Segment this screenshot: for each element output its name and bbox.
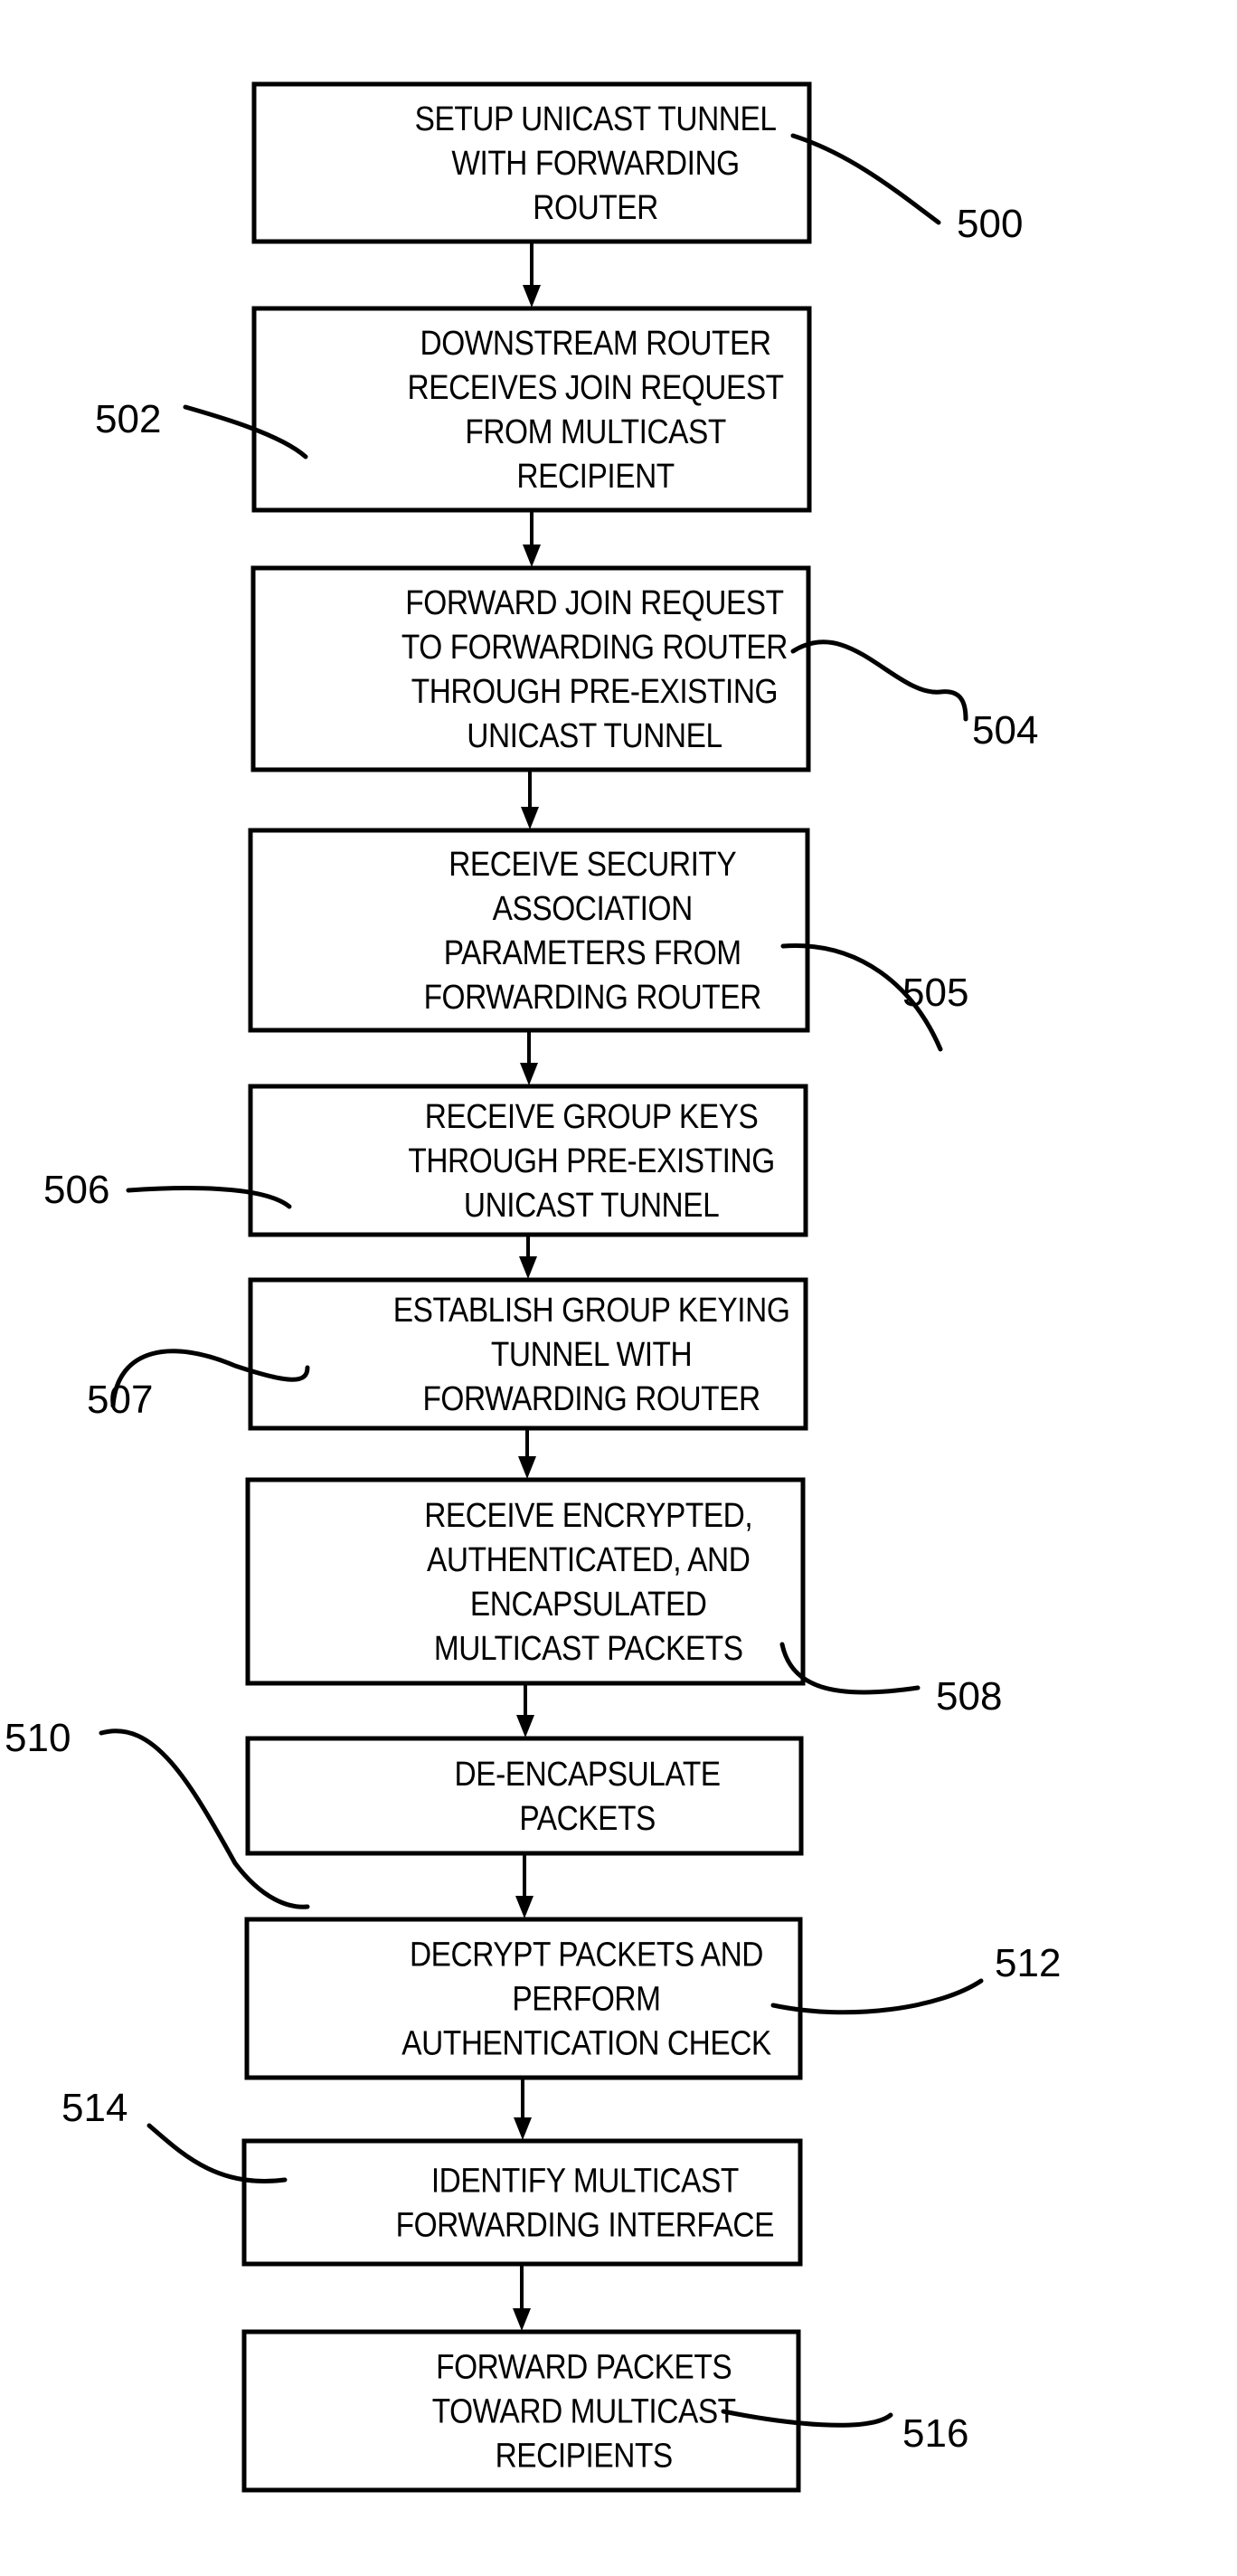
- flow-step-502: DOWNSTREAM ROUTER RECEIVES JOIN REQUEST FR…: [251, 306, 812, 513]
- step-text-line: RECIPIENTS: [496, 2437, 673, 2475]
- step-text-line: PERFORM: [512, 1980, 660, 2018]
- reference-label-508: 508: [779, 1642, 1002, 1719]
- flow-arrow: [516, 1683, 534, 1738]
- reference-numeral: 507: [87, 1378, 153, 1422]
- step-text-line: RECEIVES JOIN REQUEST: [408, 368, 785, 406]
- arrowhead-icon: [513, 2308, 531, 2331]
- reference-numeral: 504: [972, 708, 1038, 753]
- flow-arrow: [519, 1235, 537, 1279]
- step-text-line: FORWARD JOIN REQUEST: [405, 583, 784, 621]
- flow-arrow: [520, 1030, 538, 1085]
- step-box: [241, 2138, 803, 2267]
- arrowhead-icon: [516, 1715, 534, 1738]
- arrowhead-icon: [523, 545, 541, 567]
- arrowhead-icon: [523, 285, 541, 308]
- step-text-line: IDENTIFY MULTICAST: [431, 2162, 740, 2200]
- step-text-line: DE-ENCAPSULATE: [455, 1755, 721, 1793]
- step-text-line: THROUGH PRE-EXISTING: [411, 672, 778, 710]
- step-text-line: FORWARDING ROUTER: [422, 1379, 760, 1417]
- step-text-line: FORWARD PACKETS: [436, 2348, 732, 2386]
- flow-step-500: SETUP UNICAST TUNNEL WITH FORWARDING ROUTE…: [251, 81, 812, 244]
- step-text-line: RECEIVE SECURITY: [449, 845, 737, 883]
- reference-numeral: 506: [43, 1168, 109, 1212]
- step-text-line: ASSOCIATION: [493, 889, 693, 927]
- arrowhead-icon: [515, 1896, 534, 1918]
- flow-step-510: DE-ENCAPSULATE PACKETS: [245, 1736, 804, 1856]
- arrowhead-icon: [521, 807, 539, 829]
- arrowhead-icon: [520, 1063, 538, 1085]
- step-text-line: AUTHENTICATION CHECK: [401, 2024, 771, 2062]
- step-text-line: TOWARD MULTICAST: [432, 2392, 736, 2430]
- flow-step-505: RECEIVE SECURITY ASSOCIATION PARAMETERS FR…: [248, 828, 810, 1033]
- reference-numeral: 505: [902, 971, 968, 1015]
- step-text-line: UNICAST TUNNEL: [467, 716, 722, 754]
- step-text-line: FROM MULTICAST: [465, 412, 726, 450]
- step-text-line: RECIPIENT: [516, 457, 675, 495]
- arrowhead-icon: [518, 1456, 536, 1479]
- flow-arrow: [523, 242, 541, 308]
- step-text-line: ROUTER: [533, 188, 658, 226]
- flow-arrow: [515, 1853, 534, 1918]
- flow-step-504: FORWARD JOIN REQUEST TO FORWARDING ROUTER…: [250, 565, 811, 772]
- step-text-line: AUTHENTICATED, AND: [427, 1540, 750, 1578]
- flow-step-512: DECRYPT PACKETS AND PERFORM AUTHENTICATION…: [244, 1917, 803, 2080]
- reference-numeral: 516: [902, 2411, 968, 2456]
- step-text-line: MULTICAST PACKETS: [434, 1629, 743, 1667]
- flow-arrow: [518, 1428, 536, 1479]
- reference-label-512: 512: [770, 1941, 1061, 2015]
- flow-step-507: ESTABLISH GROUP KEYING TUNNEL WITH FORWARD…: [248, 1277, 808, 1431]
- step-text-line: DECRYPT PACKETS AND: [410, 1936, 763, 1974]
- step-text-line: PARAMETERS FROM: [444, 933, 741, 971]
- step-text-line: FORWARDING INTERFACE: [396, 2206, 774, 2244]
- reference-label-504: 504: [790, 639, 1038, 753]
- reference-numeral: 500: [957, 202, 1023, 246]
- step-text-line: ENCAPSULATED: [470, 1585, 707, 1623]
- flow-step-506: RECEIVE GROUP KEYS THROUGH PRE-EXISTING UN…: [248, 1084, 808, 1237]
- leader-line: [770, 1978, 984, 2015]
- arrowhead-icon: [514, 2117, 532, 2140]
- step-text-line: UNICAST TUNNEL: [464, 1186, 719, 1224]
- flow-arrow: [514, 2078, 532, 2140]
- step-text-line: FORWARDING ROUTER: [424, 978, 761, 1016]
- step-text-line: THROUGH PRE-EXISTING: [408, 1141, 774, 1179]
- flow-arrow: [523, 510, 541, 567]
- reference-numeral: 502: [95, 397, 161, 441]
- flow-step-516: FORWARD PACKETS TOWARD MULTICAST RECIPIENT…: [241, 2329, 801, 2493]
- flow-step-514: IDENTIFY MULTICAST FORWARDING INTERFACE: [241, 2138, 803, 2267]
- step-text-line: PACKETS: [519, 1799, 655, 1837]
- step-text-line: RECEIVE GROUP KEYS: [425, 1097, 759, 1135]
- step-text-line: DOWNSTREAM ROUTER: [420, 324, 771, 362]
- arrowhead-icon: [519, 1256, 537, 1279]
- reference-label-500: 500: [790, 133, 1023, 246]
- step-text-line: WITH FORWARDING: [451, 144, 739, 182]
- flow-arrow: [513, 2264, 531, 2331]
- reference-numeral: 512: [995, 1941, 1061, 1985]
- reference-numeral: 508: [936, 1674, 1002, 1719]
- flowchart: SETUP UNICAST TUNNEL WITH FORWARDING ROUTE…: [5, 81, 1061, 2493]
- step-text-line: SETUP UNICAST TUNNEL: [415, 99, 777, 137]
- flow-step-508: RECEIVE ENCRYPTED, AUTHENTICATED, AND ENCA…: [245, 1477, 806, 1686]
- step-text-line: RECEIVE ENCRYPTED,: [424, 1496, 752, 1534]
- reference-label-505: 505: [780, 943, 968, 1052]
- step-text-line: TUNNEL WITH: [491, 1335, 692, 1373]
- step-text-line: TO FORWARDING ROUTER: [401, 628, 788, 666]
- reference-numeral: 514: [61, 2086, 127, 2130]
- flow-arrow: [521, 770, 539, 829]
- leader-line: [790, 133, 941, 225]
- step-text-line: ESTABLISH GROUP KEYING: [393, 1291, 790, 1329]
- reference-numeral: 510: [5, 1716, 71, 1760]
- leader-line: [790, 639, 968, 722]
